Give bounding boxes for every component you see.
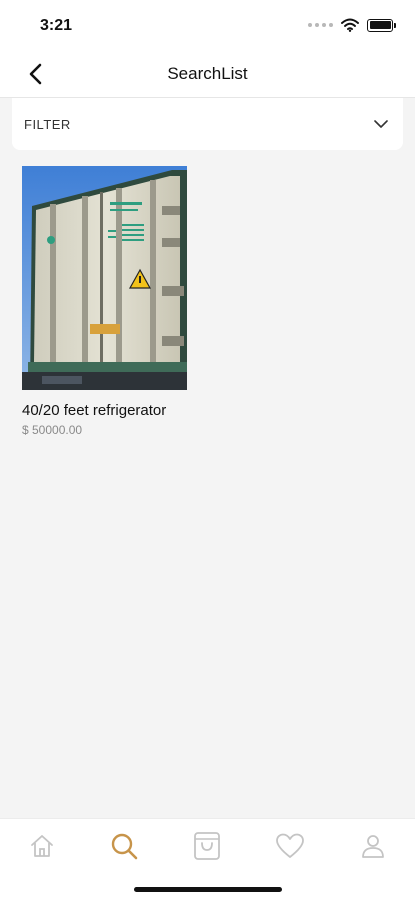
filter-label: FILTER bbox=[24, 117, 71, 132]
search-icon bbox=[111, 833, 138, 860]
product-name: 40/20 feet refrigerator bbox=[22, 402, 167, 419]
wifi-icon bbox=[341, 18, 359, 32]
nav-bar: SearchList bbox=[0, 50, 415, 98]
status-bar: 3:21 bbox=[0, 0, 415, 50]
signal-dots-icon bbox=[308, 23, 333, 27]
product-price: $ 50000.00 bbox=[22, 423, 83, 437]
tab-cart[interactable] bbox=[190, 829, 224, 863]
battery-icon bbox=[367, 18, 396, 32]
search-list-screen: 3:21 SearchList FILTER 40/20 feet refrig… bbox=[0, 0, 415, 900]
tab-search[interactable] bbox=[107, 829, 141, 863]
tab-favorites[interactable] bbox=[273, 829, 307, 863]
home-indicator bbox=[134, 887, 282, 892]
shopping-bag-icon bbox=[194, 832, 220, 860]
page-title: SearchList bbox=[167, 64, 248, 83]
product-image bbox=[22, 166, 187, 390]
home-icon bbox=[31, 835, 53, 857]
tab-home[interactable] bbox=[25, 829, 59, 863]
status-icons bbox=[308, 18, 396, 32]
profile-icon bbox=[362, 835, 384, 858]
filter-dropdown[interactable]: FILTER bbox=[12, 98, 403, 150]
chevron-down-icon bbox=[374, 120, 388, 128]
heart-icon bbox=[276, 833, 304, 858]
tab-profile[interactable] bbox=[356, 829, 390, 863]
product-card[interactable]: 40/20 feet refrigerator $ 50000.00 bbox=[22, 166, 188, 437]
status-time: 3:21 bbox=[40, 17, 73, 34]
